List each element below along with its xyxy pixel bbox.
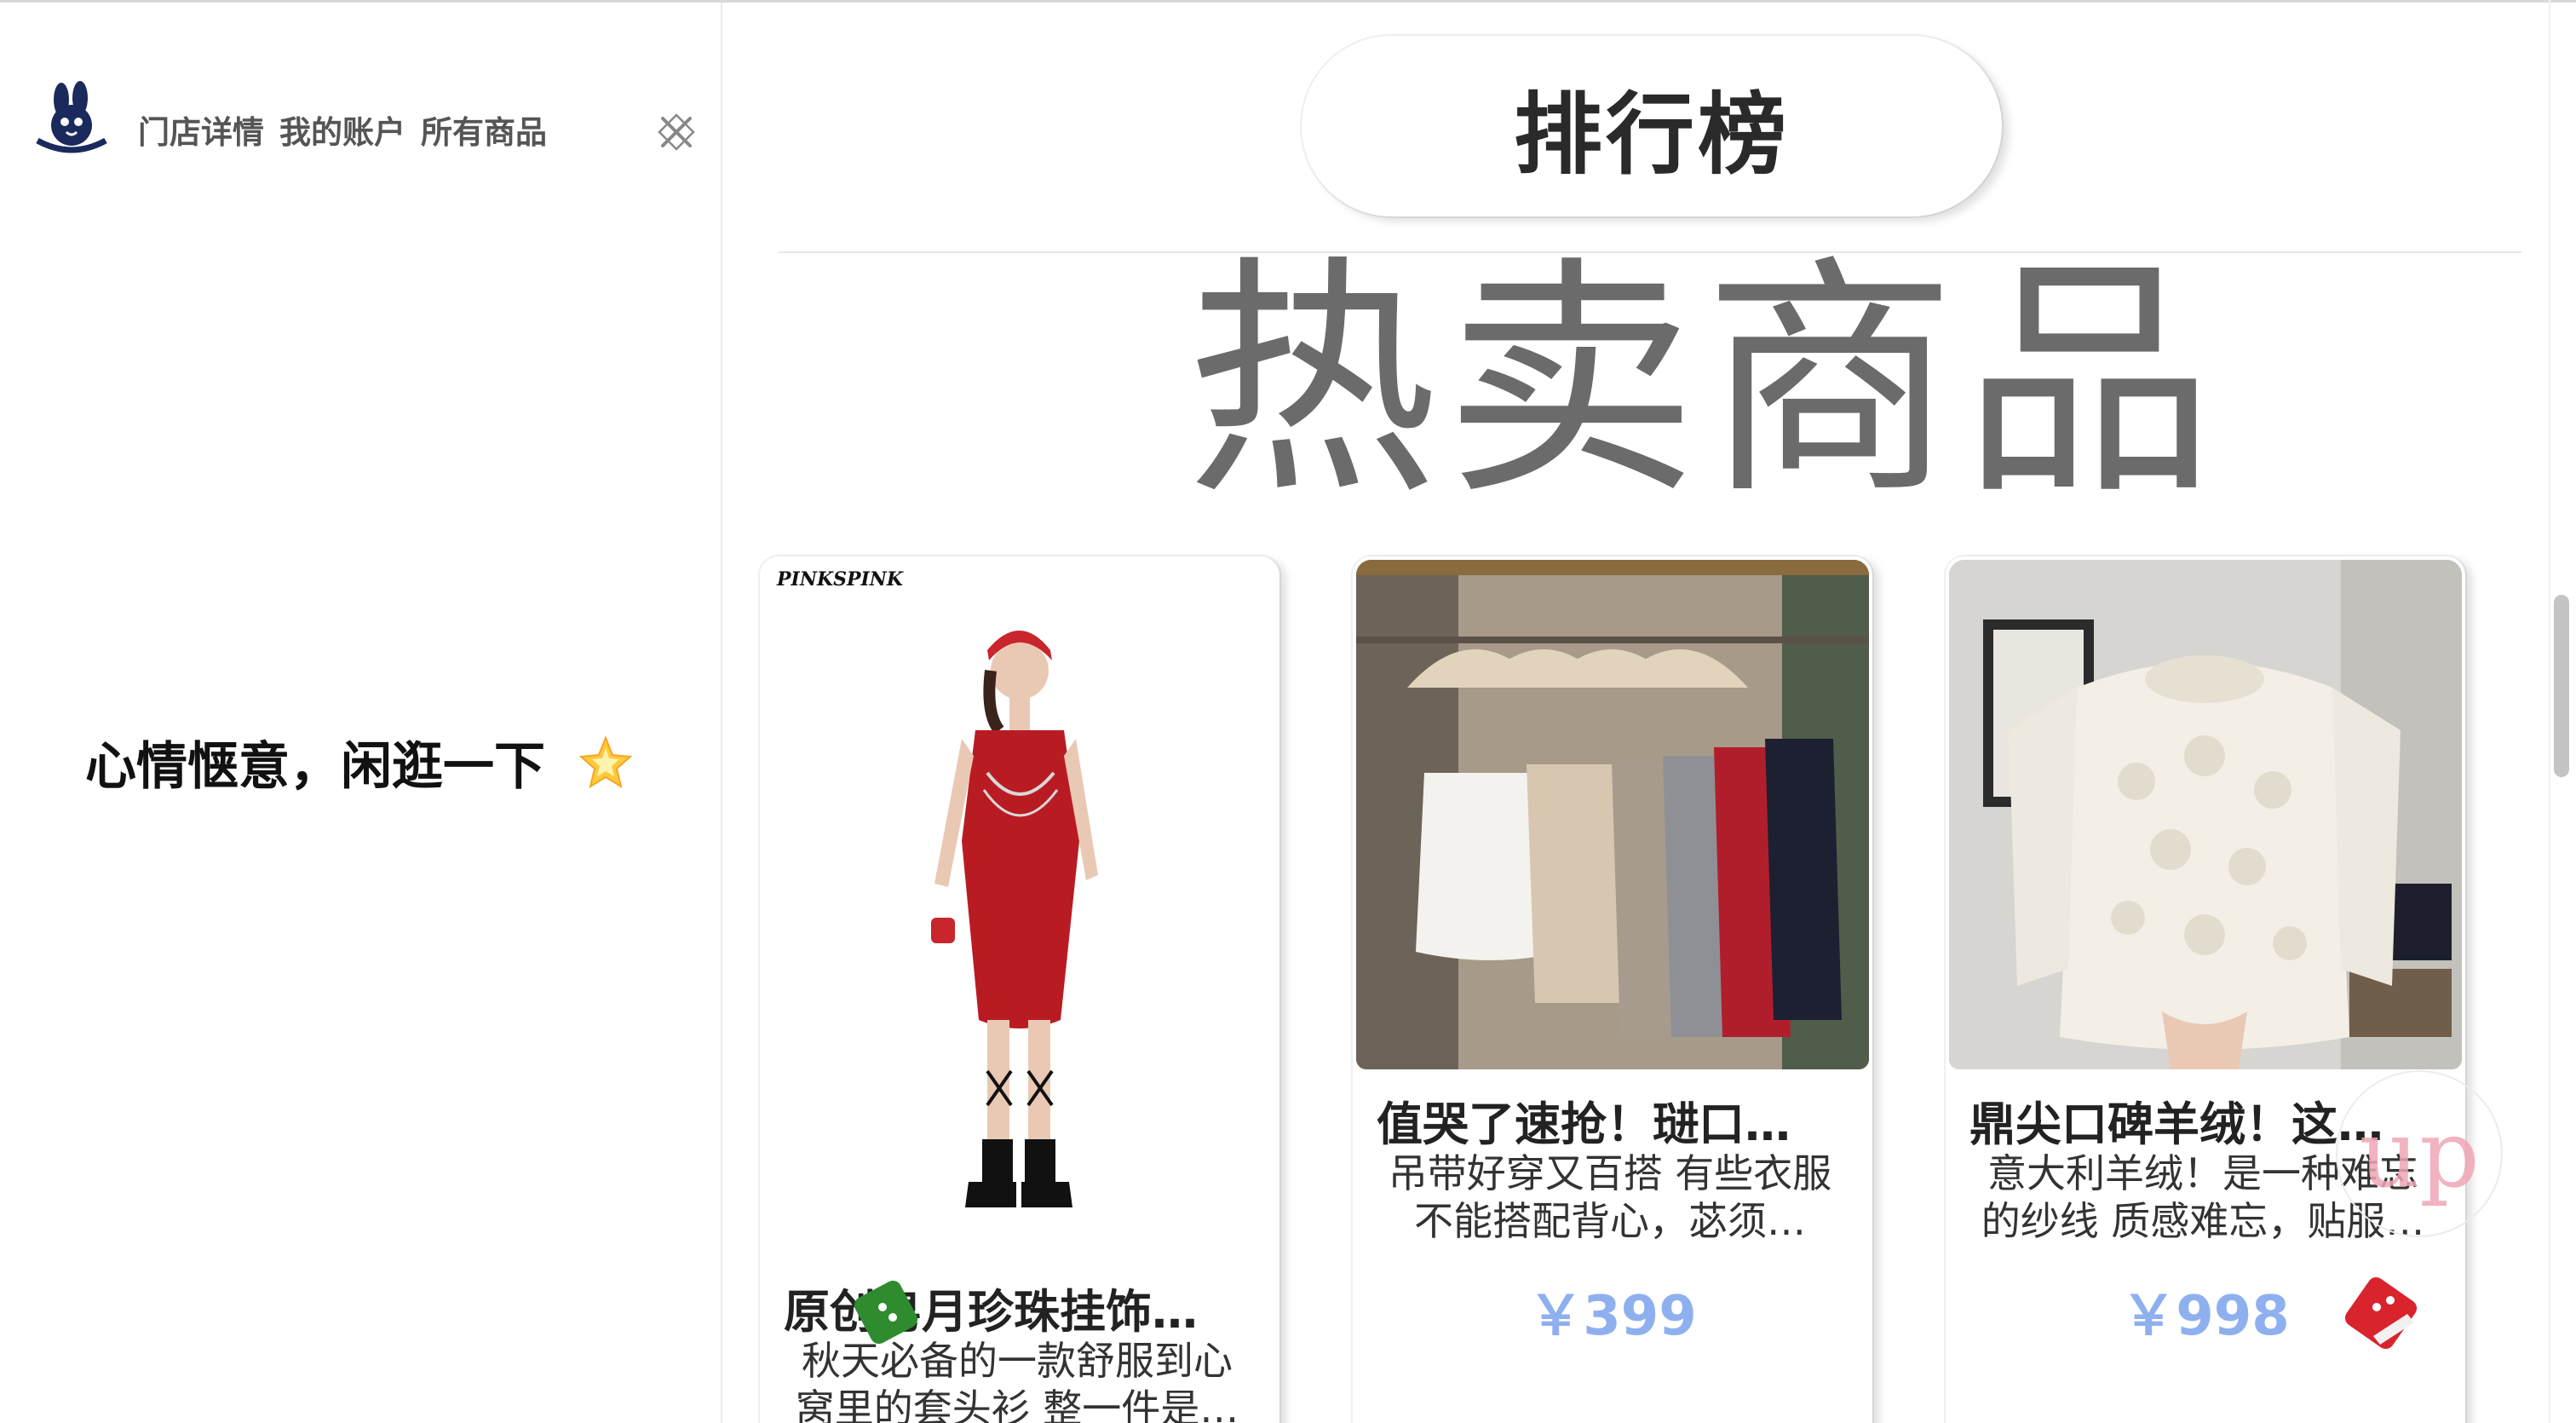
product-card-1[interactable]: PINKSPINK 原创皂月珍珠挂饰… 秋天必备的一款舒服到心窝里的套头衫 整一… (760, 556, 1279, 1423)
product-image-camisoles (1356, 560, 1869, 1069)
product-image-dress: PINKSPINK (763, 560, 1276, 1259)
red-dice-sticker-icon[interactable] (2341, 1270, 2426, 1358)
ranking-label: 排行榜 (1513, 82, 1790, 187)
nav-my-account[interactable]: 我的账户 (279, 107, 405, 153)
product-title: 值哭了速抢！琎口… (1377, 1097, 1791, 1151)
product-price: ￥399 (1528, 1285, 1697, 1348)
top-nav: 门店详情 我的账户 所有商品 (138, 107, 547, 153)
nav-all-products[interactable]: 所有商品 (421, 107, 547, 153)
close-icon[interactable] (656, 112, 697, 153)
nav-store-details[interactable]: 门店详情 (138, 107, 264, 153)
scroll-up-button[interactable]: up (2336, 1070, 2503, 1237)
product-image-sweater (1949, 560, 2462, 1069)
tagline-text: 心情惬意，闲逛一下 (85, 737, 545, 797)
hot-products-title: 热卖商品 (1186, 234, 2222, 528)
star-icon (578, 735, 634, 791)
up-label: up (2359, 1099, 2480, 1208)
rabbit-logo-icon[interactable] (29, 81, 114, 158)
sidebar: 门店详情 我的账户 所有商品 心情惬意，闲逛一下 (0, 3, 722, 1423)
green-dice-sticker-icon[interactable] (852, 1278, 920, 1350)
ranking-button[interactable]: 排行榜 (1302, 36, 2002, 216)
sidebar-tagline: 心情惬意，闲逛一下 (85, 725, 634, 799)
product-card-2[interactable]: 值哭了速抢！琎口… 吊带好穿又百搭 有些衣服不能搭配背心，苾须… ￥399 (1353, 556, 1872, 1423)
product-desc: 秋天必备的一款舒服到心窝里的套头衫 整一件是… (795, 1338, 1239, 1423)
scrollbar-thumb[interactable] (2554, 595, 2569, 777)
product-desc: 吊带好穿又百搭 有些衣服不能搭配背心，苾须… (1388, 1150, 1832, 1244)
page: 门店详情 我的账户 所有商品 心情惬意，闲逛一下 排行榜 热卖商品 PINKSP… (0, 0, 2576, 1423)
image-brand-text: PINKSPINK (777, 568, 904, 591)
